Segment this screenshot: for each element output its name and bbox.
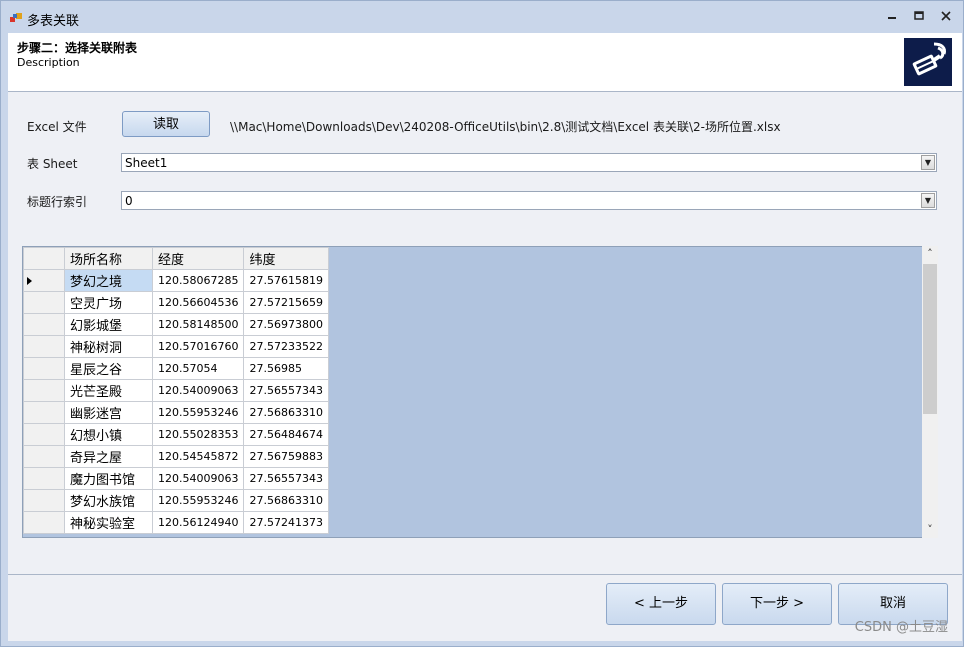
table-cell[interactable]: 27.56863310 (243, 489, 329, 512)
chevron-up-icon[interactable]: ˄ (922, 246, 938, 262)
table-cell[interactable]: 27.56557343 (243, 467, 329, 490)
table-cell[interactable]: 27.56985 (243, 357, 329, 380)
title-bar[interactable]: 多表关联 (1, 1, 963, 33)
table-cell[interactable]: 空灵广场 (64, 291, 153, 314)
column-header[interactable]: 场所名称 (64, 247, 153, 270)
maximize-icon[interactable] (911, 10, 927, 24)
table-cell[interactable]: 幻影城堡 (64, 313, 153, 336)
table-cell[interactable]: 27.56973800 (243, 313, 329, 336)
sheet-select-value: Sheet1 (125, 156, 168, 170)
column-header[interactable]: 经度 (151, 247, 245, 270)
table-cell[interactable]: 幻想小镇 (64, 423, 153, 446)
row-header[interactable] (23, 423, 65, 446)
minimize-icon[interactable] (884, 10, 900, 24)
column-header[interactable]: 纬度 (243, 247, 329, 270)
row-header[interactable] (23, 511, 65, 534)
scrollbar-thumb[interactable] (923, 264, 937, 414)
step-title: 步骤二：选择关联附表 (17, 41, 138, 55)
wizard-footer: < 上一步 下一步 > 取消 CSDN @土豆湿 (8, 574, 962, 641)
table-row[interactable]: 幻影城堡 120.58148500 27.56973800 (23, 313, 329, 336)
table-row[interactable]: 神秘实验室 120.56124940 27.57241373 (23, 511, 329, 534)
row-header[interactable] (23, 291, 65, 314)
read-button[interactable]: 读取 (122, 111, 210, 137)
content-area: Excel 文件 读取 \\Mac\Home\Downloads\Dev\240… (8, 92, 962, 574)
table-cell[interactable]: 120.54009063 (151, 467, 245, 490)
header-row-select-value: 0 (125, 194, 133, 208)
row-header[interactable] (23, 445, 65, 468)
dialog-window: 多表关联 步骤二：选择关联附表 Description Excel 文件 读取 (0, 0, 964, 647)
table-cell[interactable]: 奇异之屋 (64, 445, 153, 468)
window-title: 多表关联 (27, 14, 80, 29)
table-cell[interactable]: 120.57054 (151, 357, 245, 380)
vertical-scrollbar[interactable]: ˄ ˅ (922, 246, 938, 538)
table-cell[interactable]: 120.57016760 (151, 335, 245, 358)
row-header[interactable] (23, 467, 65, 490)
row-header[interactable] (23, 313, 65, 336)
grid-table: 场所名称 经度 纬度 梦幻之境 120.58067285 27.57615819 (23, 247, 329, 534)
table-row[interactable]: 魔力图书馆 120.54009063 27.56557343 (23, 467, 329, 490)
table-cell[interactable]: 梦幻水族馆 (64, 489, 153, 512)
header-row-label: 标题行索引 (27, 195, 88, 209)
table-row[interactable]: 光芒圣殿 120.54009063 27.56557343 (23, 379, 329, 402)
file-path-text: \\Mac\Home\Downloads\Dev\240208-OfficeUt… (230, 120, 781, 134)
table-cell[interactable]: 27.57215659 (243, 291, 329, 314)
table-cell[interactable]: 27.56863310 (243, 401, 329, 424)
chevron-down-icon[interactable]: ˅ (922, 522, 938, 538)
grid-header-row: 场所名称 经度 纬度 (23, 247, 329, 270)
table-cell[interactable]: 神秘树洞 (64, 335, 153, 358)
row-header[interactable] (23, 335, 65, 358)
watermark: CSDN @土豆湿 (854, 620, 948, 635)
row-header[interactable] (23, 379, 65, 402)
sheet-select[interactable]: Sheet1 ▼ (121, 153, 937, 172)
table-cell[interactable]: 神秘实验室 (64, 511, 153, 534)
step-description: Description (17, 56, 80, 69)
table-cell[interactable]: 120.55953246 (151, 401, 245, 424)
table-row[interactable]: 奇异之屋 120.54545872 27.56759883 (23, 445, 329, 468)
table-cell[interactable]: 星辰之谷 (64, 357, 153, 380)
table-cell[interactable]: 魔力图书馆 (64, 467, 153, 490)
table-cell[interactable]: 27.57615819 (243, 269, 329, 292)
table-cell[interactable]: 120.54545872 (151, 445, 245, 468)
row-header[interactable] (23, 401, 65, 424)
table-row[interactable]: 梦幻之境 120.58067285 27.57615819 (23, 269, 329, 292)
table-cell[interactable]: 120.55953246 (151, 489, 245, 512)
table-cell[interactable]: 120.55028353 (151, 423, 245, 446)
close-icon[interactable] (938, 10, 954, 24)
table-row[interactable]: 梦幻水族馆 120.55953246 27.56863310 (23, 489, 329, 512)
table-cell[interactable]: 120.56604536 (151, 291, 245, 314)
table-cell[interactable]: 120.58067285 (151, 269, 245, 292)
table-row[interactable]: 幽影迷宫 120.55953246 27.56863310 (23, 401, 329, 424)
row-header[interactable] (23, 357, 65, 380)
app-icon (10, 13, 22, 22)
network-cable-icon (904, 38, 952, 86)
prev-button[interactable]: < 上一步 (606, 583, 716, 625)
sheet-label: 表 Sheet (27, 157, 78, 171)
table-cell[interactable]: 光芒圣殿 (64, 379, 153, 402)
chevron-down-icon[interactable]: ▼ (921, 193, 935, 208)
excel-file-label: Excel 文件 (27, 120, 87, 134)
table-cell[interactable]: 27.57233522 (243, 335, 329, 358)
table-row[interactable]: 幻想小镇 120.55028353 27.56484674 (23, 423, 329, 446)
current-row-icon (27, 276, 32, 285)
row-header[interactable] (23, 269, 65, 292)
row-header[interactable] (23, 489, 65, 512)
table-cell[interactable]: 27.56759883 (243, 445, 329, 468)
table-cell[interactable]: 27.56484674 (243, 423, 329, 446)
table-cell[interactable]: 27.56557343 (243, 379, 329, 402)
table-cell[interactable]: 幽影迷宫 (64, 401, 153, 424)
next-button[interactable]: 下一步 > (722, 583, 832, 625)
data-grid[interactable]: 场所名称 经度 纬度 梦幻之境 120.58067285 27.57615819 (22, 246, 937, 538)
header-row-select[interactable]: 0 ▼ (121, 191, 937, 210)
table-row[interactable]: 神秘树洞 120.57016760 27.57233522 (23, 335, 329, 358)
table-row[interactable]: 空灵广场 120.56604536 27.57215659 (23, 291, 329, 314)
table-cell[interactable]: 梦幻之境 (64, 269, 153, 292)
table-cell[interactable]: 120.58148500 (151, 313, 245, 336)
wizard-header: 步骤二：选择关联附表 Description (8, 33, 962, 92)
table-row[interactable]: 星辰之谷 120.57054 27.56985 (23, 357, 329, 380)
row-header-corner[interactable] (23, 247, 65, 270)
chevron-down-icon[interactable]: ▼ (921, 155, 935, 170)
table-cell[interactable]: 120.56124940 (151, 511, 245, 534)
table-cell[interactable]: 120.54009063 (151, 379, 245, 402)
table-cell[interactable]: 27.57241373 (243, 511, 329, 534)
